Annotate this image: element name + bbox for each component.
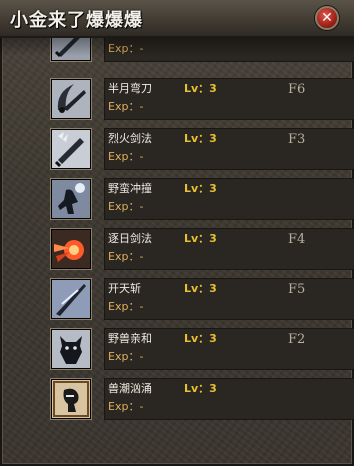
skill-exp: Exp：- (108, 350, 144, 363)
skill-hotkey: F5 (288, 282, 306, 297)
skill-name: 兽潮汹涌 (108, 382, 152, 395)
skill-name: 半月弯刀 (108, 82, 152, 95)
skill-level: Lv：3 (184, 282, 217, 295)
close-icon: ✕ (321, 10, 333, 26)
skill-hotkey: F6 (288, 82, 306, 97)
skill-hotkey: F2 (288, 332, 306, 347)
skill-hotkey: F4 (288, 232, 306, 247)
sword-icon[interactable] (50, 38, 92, 62)
sun-slash-icon[interactable] (50, 228, 92, 270)
skill-level: Lv：3 (184, 232, 217, 245)
skill-name: 野兽亲和 (108, 332, 152, 345)
skill-level: Lv：3 (184, 332, 217, 345)
skill-level: Lv：3 (184, 82, 217, 95)
skill-hotkey: F1 (288, 38, 305, 39)
skill-row[interactable]: 逐日剑法 Lv：3 Exp：- F4 (50, 228, 354, 270)
skill-row[interactable]: 开天斩 Lv：3 Exp：- F5 (50, 278, 354, 320)
skill-level: Lv：3 (184, 182, 217, 195)
skill-row[interactable]: 半月弯刀 Lv：3 Exp：- F6 (50, 78, 354, 120)
window-title: 小金来了爆爆爆 (10, 10, 143, 31)
crescent-blade-icon[interactable] (50, 78, 92, 120)
skill-hotkey: F3 (288, 132, 306, 147)
title-bar[interactable]: 小金来了爆爆爆 ✕ (0, 0, 354, 38)
skill-exp: Exp：- (108, 150, 144, 163)
skill-row[interactable]: 烈火剑法 Lv：3 Exp：- F3 (50, 128, 354, 170)
sky-split-icon[interactable] (50, 278, 92, 320)
skill-name: 开天斩 (108, 282, 141, 295)
skill-exp: Exp：- (108, 400, 144, 413)
skill-name: 烈火剑法 (108, 132, 152, 145)
skill-exp: Exp：- (108, 100, 144, 113)
skill-level: Lv：3 (184, 132, 217, 145)
skill-level: Lv：3 (184, 382, 217, 395)
skill-list[interactable]: Exp：- F1 半月弯刀 Lv：3 Exp：- F6 (0, 38, 354, 466)
skill-panel: 小金来了爆爆爆 ✕ Exp：- F1 (0, 0, 354, 466)
skill-exp: Exp：- (108, 300, 144, 313)
skill-exp: Exp：- (108, 42, 144, 55)
fire-sword-icon[interactable] (50, 128, 92, 170)
beast-icon[interactable] (50, 328, 92, 370)
charge-icon[interactable] (50, 178, 92, 220)
skill-row[interactable]: 野蛮冲撞 Lv：3 Exp：- (50, 178, 354, 220)
skill-row[interactable]: 兽潮汹涌 Lv：3 Exp：- (50, 378, 354, 420)
skill-row[interactable]: 野兽亲和 Lv：3 Exp：- F2 (50, 328, 354, 370)
skill-row[interactable]: Exp：- F1 (50, 38, 354, 62)
skill-name: 野蛮冲撞 (108, 182, 152, 195)
skill-name: 逐日剑法 (108, 232, 152, 245)
skill-exp: Exp：- (108, 200, 144, 213)
close-button[interactable]: ✕ (315, 6, 339, 30)
skill-exp: Exp：- (108, 250, 144, 263)
beast-tide-icon[interactable] (50, 378, 92, 420)
